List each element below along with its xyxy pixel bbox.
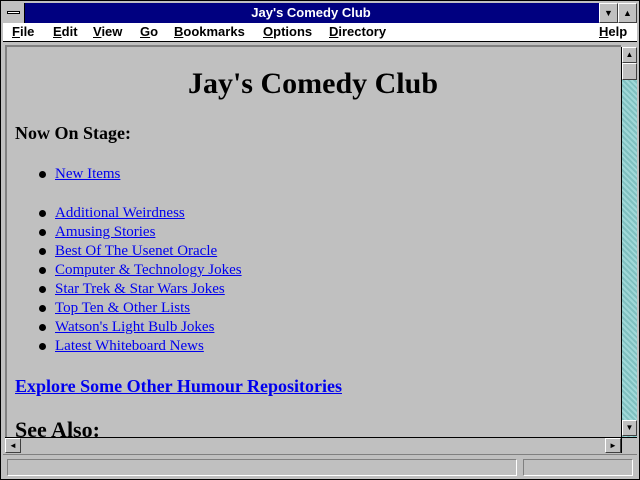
- menu-options[interactable]: Options: [263, 23, 312, 41]
- link-new-items[interactable]: New Items: [55, 166, 120, 182]
- bullet-icon: [39, 229, 46, 236]
- link-top-ten-lists[interactable]: Top Ten & Other Lists: [55, 300, 190, 316]
- title-bar[interactable]: Jay's Comedy Club ▼ ▲: [3, 3, 637, 23]
- link-usenet-oracle[interactable]: Best Of The Usenet Oracle: [55, 243, 217, 259]
- list-item: Additional Weirdness: [37, 204, 242, 223]
- status-bar: [3, 454, 637, 479]
- system-menu-button[interactable]: [3, 3, 25, 23]
- explore-humour-link[interactable]: Explore Some Other Humour Repositories: [15, 376, 342, 397]
- menu-bookmarks[interactable]: Bookmarks: [174, 23, 245, 41]
- bullet-icon: [39, 286, 46, 293]
- link-light-bulb-jokes[interactable]: Watson's Light Bulb Jokes: [55, 319, 214, 335]
- menu-view[interactable]: View: [93, 23, 122, 41]
- list-item: Top Ten & Other Lists: [37, 299, 242, 318]
- menu-file[interactable]: File: [12, 23, 34, 41]
- menu-help[interactable]: Help: [599, 23, 627, 41]
- see-also-heading: See Also:: [15, 417, 100, 437]
- bullet-icon: [39, 171, 46, 178]
- scroll-left-button[interactable]: ◄: [5, 438, 21, 453]
- status-text: [7, 459, 517, 476]
- section-heading: Now On Stage:: [15, 123, 131, 143]
- scroll-right-button[interactable]: ►: [605, 438, 621, 453]
- scroll-down-button[interactable]: ▼: [622, 420, 637, 436]
- list-item: Watson's Light Bulb Jokes: [37, 318, 242, 337]
- menu-go[interactable]: Go: [140, 23, 158, 41]
- list-item: Best Of The Usenet Oracle: [37, 242, 242, 261]
- bullet-icon: [39, 267, 46, 274]
- list-item: Computer & Technology Jokes: [37, 261, 242, 280]
- vertical-scrollbar[interactable]: ▲ ▼: [621, 47, 637, 437]
- bullet-icon: [39, 305, 46, 312]
- horizontal-scrollbar[interactable]: ◄ ►: [5, 437, 621, 453]
- bullet-icon: [39, 248, 46, 255]
- window-title: Jay's Comedy Club: [251, 5, 371, 20]
- link-computer-jokes[interactable]: Computer & Technology Jokes: [55, 262, 242, 278]
- document-view: Jay's Comedy Club Now On Stage: New Item…: [5, 45, 621, 437]
- list-item: Latest Whiteboard News: [37, 337, 242, 356]
- minimize-button[interactable]: ▼: [599, 3, 618, 23]
- link-star-trek-jokes[interactable]: Star Trek & Star Wars Jokes: [55, 281, 225, 297]
- list-item: Star Trek & Star Wars Jokes: [37, 280, 242, 299]
- vertical-scroll-thumb[interactable]: [622, 63, 637, 80]
- menu-directory[interactable]: Directory: [329, 23, 386, 41]
- link-list: New Items Additional Weirdness Amusing S…: [37, 165, 242, 356]
- list-item: New Items: [37, 165, 242, 184]
- bullet-icon: [39, 343, 46, 350]
- browser-window: Jay's Comedy Club ▼ ▲ File Edit View Go …: [0, 0, 640, 480]
- menu-bar: File Edit View Go Bookmarks Options Dire…: [3, 23, 637, 42]
- link-whiteboard-news[interactable]: Latest Whiteboard News: [55, 338, 204, 354]
- scrollbar-corner: [621, 437, 637, 453]
- progress-indicator: [523, 459, 633, 476]
- link-additional-weirdness[interactable]: Additional Weirdness: [55, 205, 185, 221]
- bullet-icon: [39, 210, 46, 217]
- link-amusing-stories[interactable]: Amusing Stories: [55, 224, 155, 240]
- scroll-up-button[interactable]: ▲: [622, 47, 637, 63]
- maximize-button[interactable]: ▲: [618, 3, 637, 23]
- menu-edit[interactable]: Edit: [53, 23, 78, 41]
- list-item: Amusing Stories: [37, 223, 242, 242]
- system-menu-icon: [7, 11, 20, 14]
- page-title: Jay's Comedy Club: [187, 67, 439, 100]
- bullet-icon: [39, 324, 46, 331]
